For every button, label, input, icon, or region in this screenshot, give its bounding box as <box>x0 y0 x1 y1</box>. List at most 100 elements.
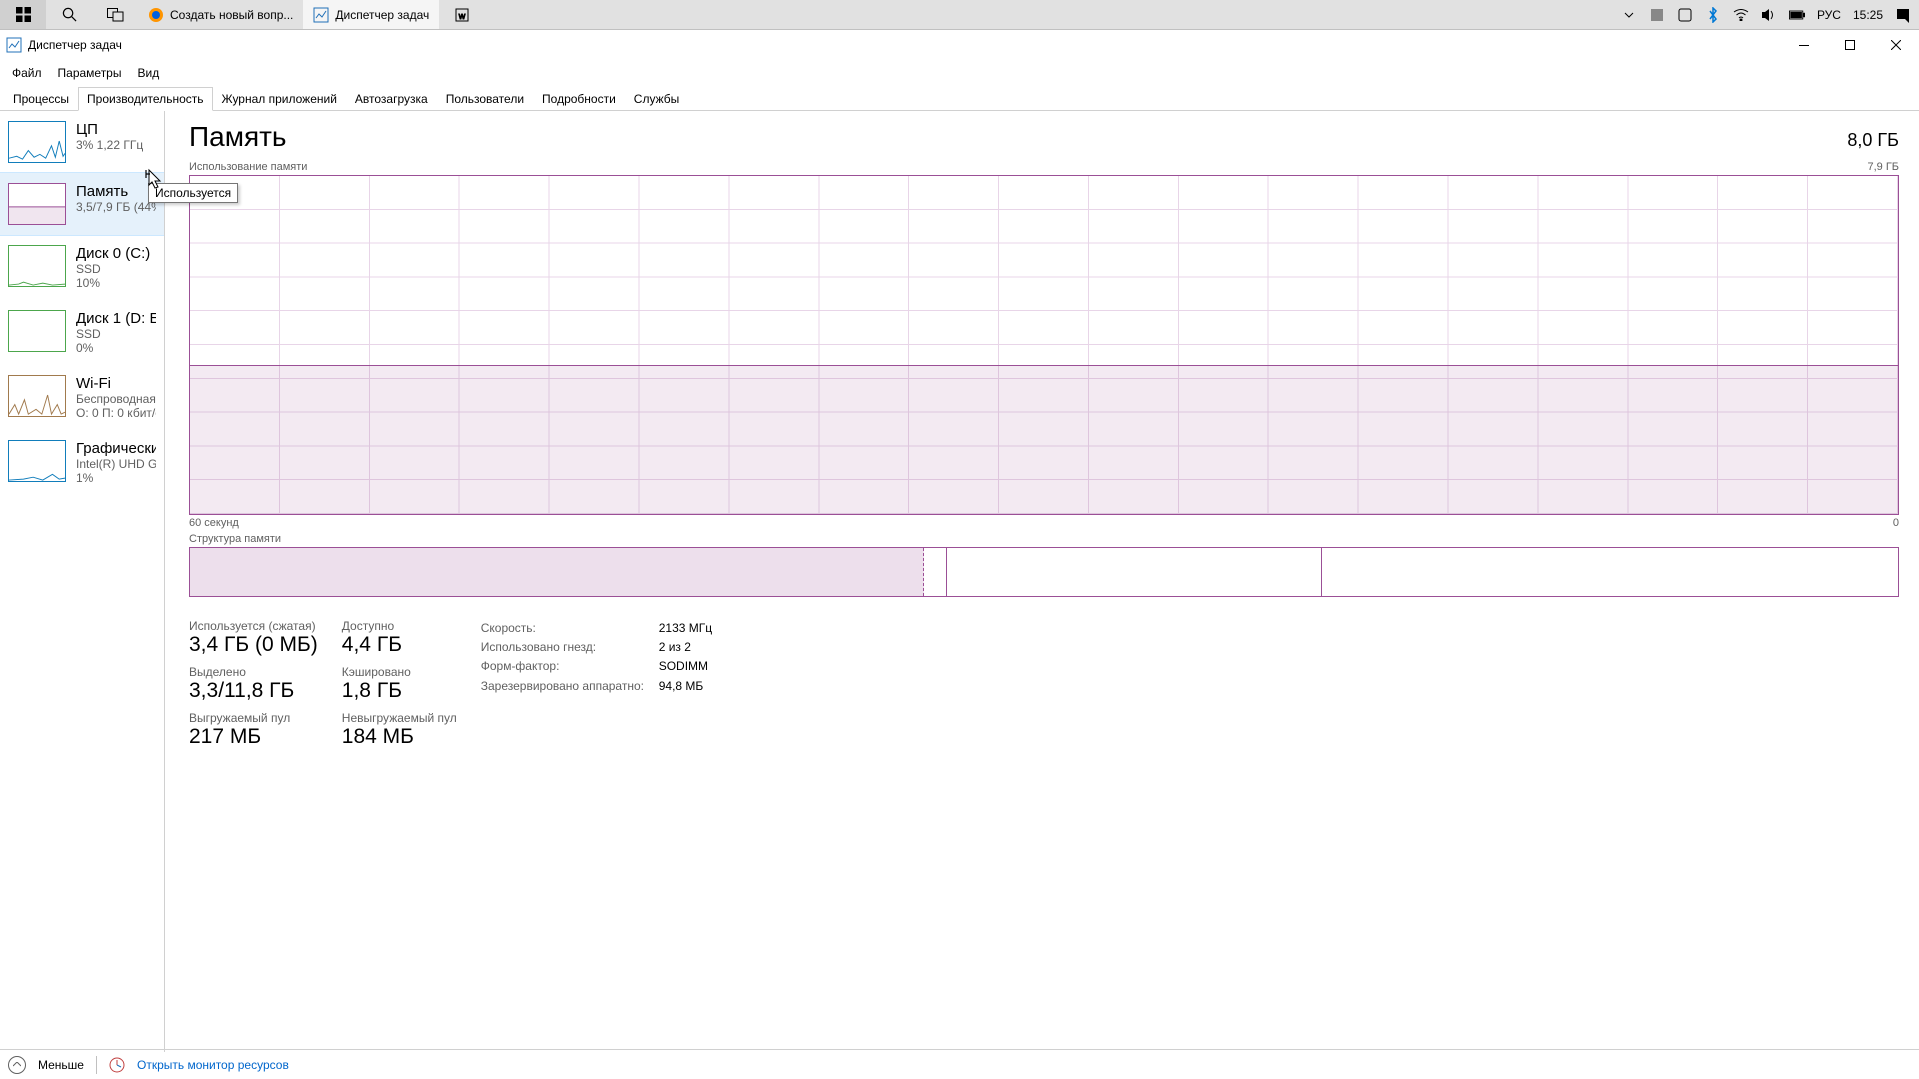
window-titlebar: Диспетчер задач <box>0 30 1919 60</box>
stat-used: 3,4 ГБ (0 МБ) <box>189 633 318 657</box>
tab-performance[interactable]: Производительность <box>78 87 212 111</box>
tray-clock[interactable]: 15:25 <box>1853 8 1883 22</box>
volume-icon[interactable] <box>1761 7 1777 23</box>
stat-avail: 4,4 ГБ <box>342 633 457 657</box>
close-button[interactable] <box>1873 30 1919 60</box>
memory-composition-chart[interactable] <box>189 547 1899 597</box>
tab-services[interactable]: Службы <box>625 87 688 111</box>
tray-language[interactable]: РУС <box>1817 8 1841 22</box>
comp-free <box>1322 548 1898 596</box>
comp-standby <box>947 548 1323 596</box>
performance-sidebar: ЦП 3% 1,22 ГГц Память 3,5/7,9 ГБ (44%) Д… <box>0 111 165 1052</box>
tab-processes[interactable]: Процессы <box>4 87 78 111</box>
kv-val: 94,8 МБ <box>659 677 704 696</box>
menu-view[interactable]: Вид <box>129 62 167 84</box>
memory-details-table: Скорость: 2133 МГц Использовано гнезд: 2 и… <box>481 619 712 757</box>
stat-label: Доступно <box>342 619 457 633</box>
stat-label: Невыгружаемый пул <box>342 711 457 725</box>
chart-x-left: 60 секунд <box>189 517 239 529</box>
sidebar-item-sub: 3% 1,22 ГГц <box>76 138 143 152</box>
open-resmon-link[interactable]: Открыть монитор ресурсов <box>137 1058 289 1072</box>
comp-in-use <box>190 548 924 596</box>
comp-modified <box>924 548 946 596</box>
sidebar-item-sub: 3,5/7,9 ГБ (44%) <box>76 200 156 214</box>
memory-total: 8,0 ГБ <box>1847 130 1899 151</box>
sidebar-item-sub2: 0% <box>76 341 156 355</box>
chart-fill <box>190 365 1898 514</box>
sidebar-item-sub: SSD <box>76 327 156 341</box>
stat-label: Выделено <box>189 665 318 679</box>
stat-paged: 217 МБ <box>189 725 318 749</box>
tray-chevron-icon[interactable] <box>1621 7 1637 23</box>
fewer-details-button[interactable]: Меньше <box>38 1058 84 1072</box>
kv-key: Скорость: <box>481 619 651 638</box>
stat-label: Используется (сжатая) <box>189 619 318 633</box>
bluetooth-icon[interactable] <box>1705 7 1721 23</box>
stat-cached: 1,8 ГБ <box>342 679 457 703</box>
stat-commit: 3,3/11,8 ГБ <box>189 679 318 703</box>
search-icon[interactable] <box>46 0 92 29</box>
sidebar-item-title: Графический <box>76 440 156 457</box>
sidebar-item-memory[interactable]: Память 3,5/7,9 ГБ (44%) <box>0 173 164 235</box>
kv-key: Использовано гнезд: <box>481 638 651 657</box>
window-title: Диспетчер задач <box>28 38 122 52</box>
menu-file[interactable]: Файл <box>4 62 50 84</box>
taskbar: Создать новый вопр... Диспетчер задач w … <box>0 0 1919 30</box>
chart-max: 7,9 ГБ <box>1867 161 1899 173</box>
sidebar-item-wifi[interactable]: Wi-Fi Беспроводная... О: 0 П: 0 кбит/с <box>0 365 164 430</box>
taskbar-tab-label: Создать новый вопр... <box>170 8 293 22</box>
sidebar-item-sub: Intel(R) UHD Gra <box>76 457 156 471</box>
stat-nonpaged: 184 МБ <box>342 725 457 749</box>
tab-strip: Процессы Производительность Журнал прило… <box>0 86 1919 111</box>
stat-label: Выгружаемый пул <box>189 711 318 725</box>
sidebar-item-gpu[interactable]: Графический Intel(R) UHD Gra 1% <box>0 430 164 495</box>
chevron-up-icon[interactable] <box>8 1056 26 1074</box>
resmon-icon <box>109 1057 125 1073</box>
taskbar-tab-firefox[interactable]: Создать новый вопр... <box>138 0 303 29</box>
sidebar-item-sub2: 1% <box>76 471 156 485</box>
sidebar-item-sub: SSD <box>76 262 150 276</box>
separator <box>96 1056 97 1074</box>
sidebar-item-disk0[interactable]: Диск 0 (C:) SSD 10% <box>0 235 164 300</box>
svg-text:w: w <box>458 11 466 21</box>
tray-app-icon[interactable] <box>1649 7 1665 23</box>
taskview-icon[interactable] <box>92 0 138 29</box>
memory-stats: Используется (сжатая) 3,4 ГБ (0 МБ) Выде… <box>189 619 1899 757</box>
main-panel: Память 8,0 ГБ Использование памяти 7,9 Г… <box>165 111 1919 1052</box>
sidebar-item-title: Диск 0 (C:) <box>76 245 150 262</box>
sidebar-item-sub2: 10% <box>76 276 150 290</box>
memory-usage-chart[interactable] <box>189 175 1899 515</box>
taskbar-tab-taskmgr[interactable]: Диспетчер задач <box>303 0 439 29</box>
footer-bar: Меньше Открыть монитор ресурсов <box>0 1049 1919 1079</box>
tab-startup[interactable]: Автозагрузка <box>346 87 437 111</box>
kv-val: 2 из 2 <box>659 638 691 657</box>
notifications-icon[interactable] <box>1895 7 1911 23</box>
chart-x-right: 0 <box>1893 517 1899 529</box>
maximize-button[interactable] <box>1827 30 1873 60</box>
sidebar-item-sub2: О: 0 П: 0 кбит/с <box>76 406 156 420</box>
stat-label: Кэшировано <box>342 665 457 679</box>
menu-params[interactable]: Параметры <box>50 62 130 84</box>
minimize-button[interactable] <box>1781 30 1827 60</box>
content-area: ЦП 3% 1,22 ГГц Память 3,5/7,9 ГБ (44%) Д… <box>0 111 1919 1052</box>
kv-val: 2133 МГц <box>659 619 712 638</box>
start-button[interactable] <box>0 0 46 29</box>
tab-app-history[interactable]: Журнал приложений <box>213 87 346 111</box>
page-title: Память <box>189 121 287 153</box>
kv-key: Зарезервировано аппаратно: <box>481 677 651 696</box>
taskbar-pinned-app[interactable]: w <box>439 0 485 29</box>
tab-details[interactable]: Подробности <box>533 87 625 111</box>
battery-icon[interactable] <box>1789 7 1805 23</box>
wifi-icon[interactable] <box>1733 7 1749 23</box>
sidebar-item-cpu[interactable]: ЦП 3% 1,22 ГГц <box>0 111 164 173</box>
sidebar-item-disk1[interactable]: Диск 1 (D: E:) SSD 0% <box>0 300 164 365</box>
sidebar-item-sub: Беспроводная... <box>76 392 156 406</box>
sidebar-item-title: Память <box>76 183 156 200</box>
kv-key: Форм-фактор: <box>481 657 651 676</box>
menu-bar: Файл Параметры Вид <box>0 60 1919 86</box>
taskbar-tab-label: Диспетчер задач <box>335 8 429 22</box>
composition-title: Структура памяти <box>189 533 281 545</box>
chart-title: Использование памяти <box>189 161 307 173</box>
tray-touchpad-icon[interactable] <box>1677 7 1693 23</box>
tab-users[interactable]: Пользователи <box>437 87 533 111</box>
